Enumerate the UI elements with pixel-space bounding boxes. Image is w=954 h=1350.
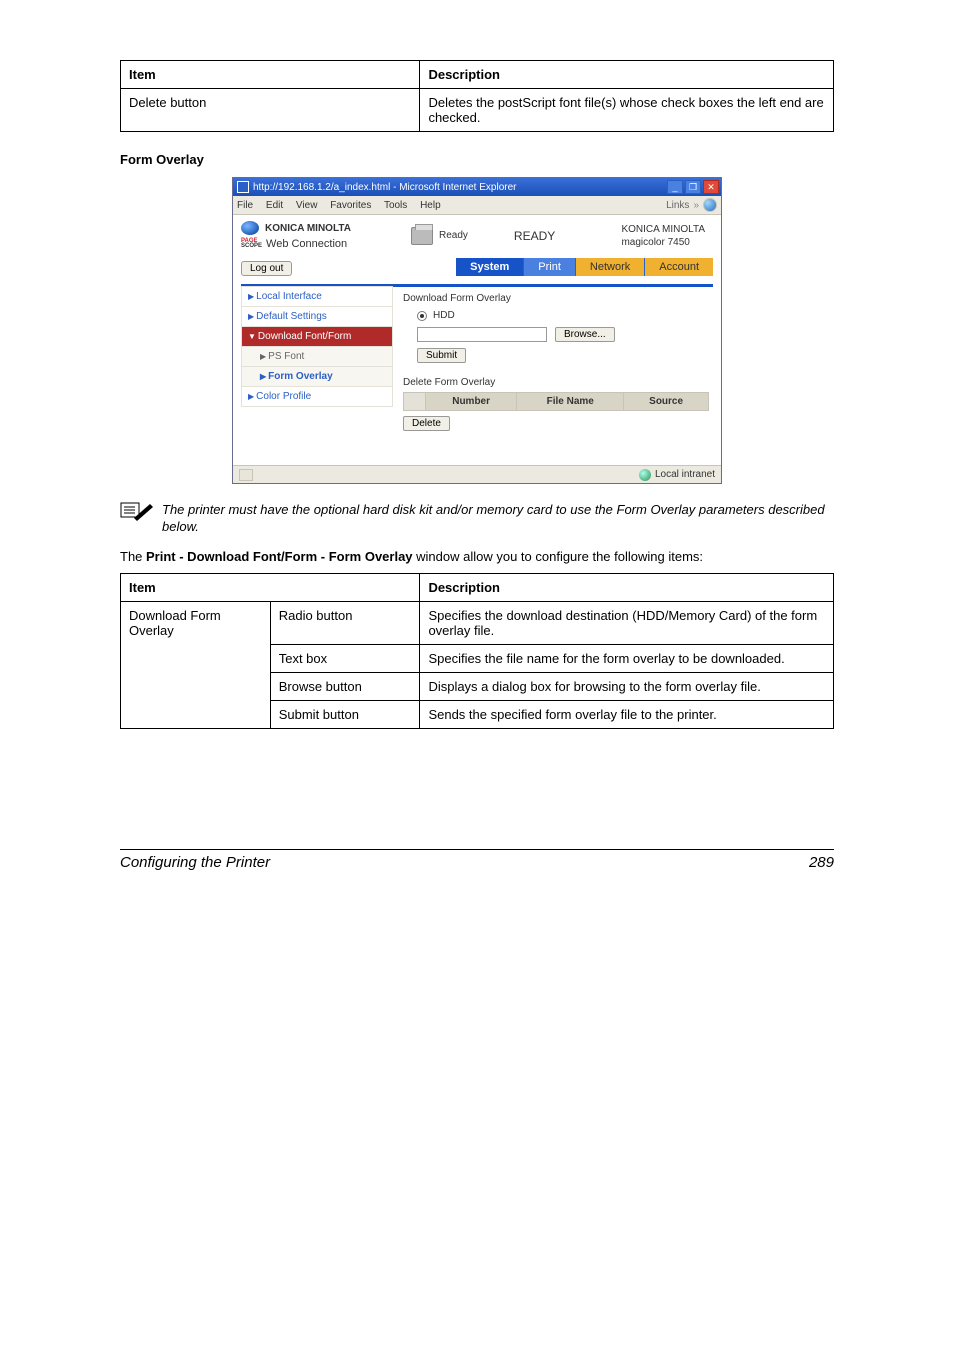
- menu-help[interactable]: Help: [420, 200, 441, 211]
- footer-page-number: 289: [809, 854, 834, 871]
- menu-view[interactable]: View: [296, 200, 318, 211]
- delete-form-overlay-table: Number File Name Source: [403, 392, 709, 411]
- delete-button[interactable]: Delete: [403, 416, 450, 431]
- del-col-filename: File Name: [517, 393, 624, 411]
- status-zone-text: Local intranet: [655, 469, 715, 480]
- tab-account[interactable]: Account: [645, 258, 713, 276]
- del-col-checkbox: [404, 393, 426, 411]
- note: The printer must have the optional hard …: [120, 502, 834, 536]
- section-heading: Form Overlay: [120, 152, 834, 167]
- t1-row-item: Delete button: [121, 89, 420, 132]
- maximize-button[interactable]: ❐: [685, 180, 701, 194]
- zone-icon: [639, 469, 651, 481]
- tab-network[interactable]: Network: [576, 258, 645, 276]
- menu-edit[interactable]: Edit: [266, 200, 283, 211]
- ie-menubar: File Edit View Favorites Tools Help Link…: [233, 196, 721, 215]
- sidebar-item-ps-font[interactable]: ▶PS Font: [241, 346, 393, 367]
- t1-row-desc: Deletes the postScript font file(s) whos…: [420, 89, 834, 132]
- t1-head-desc: Description: [420, 61, 834, 89]
- note-text: The printer must have the optional hard …: [162, 502, 834, 536]
- t2-r4-sub: Submit button: [270, 701, 420, 729]
- sidebar-item-local-interface[interactable]: ▶Local Interface: [241, 286, 393, 307]
- footer-title: Configuring the Printer: [120, 854, 270, 871]
- main-pane: Download Form Overlay HDD Browse... Subm…: [393, 287, 713, 435]
- browse-button[interactable]: Browse...: [555, 327, 615, 342]
- intro-paragraph: The Print - Download Font/Form - Form Ov…: [120, 548, 834, 566]
- t2-head-item: Item: [121, 574, 420, 602]
- tab-print[interactable]: Print: [524, 258, 576, 276]
- links-chevron-icon[interactable]: »: [693, 200, 699, 211]
- t2-r3-desc: Displays a dialog box for browsing to th…: [420, 673, 834, 701]
- webconnection-label: Web Connection: [266, 238, 347, 250]
- hdd-radio[interactable]: [417, 311, 427, 321]
- t1-head-item: Item: [121, 61, 420, 89]
- t2-head-desc: Description: [420, 574, 834, 602]
- del-col-source: Source: [624, 393, 709, 411]
- throbber-icon: [703, 198, 717, 212]
- tab-system[interactable]: System: [456, 258, 524, 276]
- status-doc-icon: [239, 469, 253, 481]
- printer-icon: [411, 227, 433, 245]
- close-button[interactable]: ✕: [703, 180, 719, 194]
- sidebar-item-form-overlay[interactable]: ▶Form Overlay: [241, 366, 393, 387]
- sidebar-item-color-profile[interactable]: ▶Color Profile: [241, 386, 393, 407]
- sidebar: ▶Local Interface ▶Default Settings ▼Down…: [241, 287, 393, 435]
- menu-tools[interactable]: Tools: [384, 200, 407, 211]
- ie-titlebar: http://192.168.1.2/a_index.html - Micros…: [233, 178, 721, 196]
- delete-button-table: Item Description Delete button Deletes t…: [120, 60, 834, 132]
- t2-r3-sub: Browse button: [270, 673, 420, 701]
- del-col-number: Number: [426, 393, 517, 411]
- download-form-overlay-spec-table: Item Description Download Form Overlay R…: [120, 573, 834, 729]
- ie-title-text: http://192.168.1.2/a_index.html - Micros…: [253, 182, 516, 193]
- ie-app-icon: [237, 181, 249, 193]
- links-label: Links: [666, 200, 689, 211]
- ready-big: READY: [514, 229, 555, 243]
- file-path-input[interactable]: [417, 327, 547, 342]
- pagescope-icon: PAGE SCOPE: [241, 239, 262, 249]
- hdd-radio-label: HDD: [433, 310, 455, 321]
- delete-form-overlay-heading: Delete Form Overlay: [403, 377, 709, 388]
- submit-button[interactable]: Submit: [417, 348, 466, 363]
- model-line1: KONICA MINOLTA: [621, 223, 705, 236]
- page-footer: Configuring the Printer 289: [120, 849, 834, 871]
- tabstrip: System Print Network Account: [456, 258, 713, 276]
- ready-small: Ready: [439, 230, 468, 241]
- sidebar-item-download-font-form[interactable]: ▼Download Font/Form: [241, 326, 393, 347]
- t2-r2-sub: Text box: [270, 645, 420, 673]
- note-icon: [120, 500, 154, 525]
- download-form-overlay-heading: Download Form Overlay: [403, 293, 709, 304]
- sidebar-item-default-settings[interactable]: ▶Default Settings: [241, 306, 393, 327]
- km-logo-icon: [241, 221, 259, 235]
- t2-r1-desc: Specifies the download destination (HDD/…: [420, 602, 834, 645]
- menu-file[interactable]: File: [237, 200, 253, 211]
- t2-r4-desc: Sends the specified form overlay file to…: [420, 701, 834, 729]
- t2-r1-sub: Radio button: [270, 602, 420, 645]
- model-line2: magicolor 7450: [621, 236, 705, 249]
- browser-screenshot: http://192.168.1.2/a_index.html - Micros…: [232, 177, 722, 484]
- minimize-button[interactable]: _: [667, 180, 683, 194]
- ie-statusbar: Local intranet: [233, 465, 721, 483]
- t2-r2-desc: Specifies the file name for the form ove…: [420, 645, 834, 673]
- t2-group: Download Form Overlay: [121, 602, 271, 729]
- km-logo-text: KONICA MINOLTA: [265, 223, 351, 234]
- menu-favorites[interactable]: Favorites: [330, 200, 371, 211]
- intro-bold: Print - Download Font/Form - Form Overla…: [146, 549, 413, 564]
- logout-button[interactable]: Log out: [241, 261, 292, 276]
